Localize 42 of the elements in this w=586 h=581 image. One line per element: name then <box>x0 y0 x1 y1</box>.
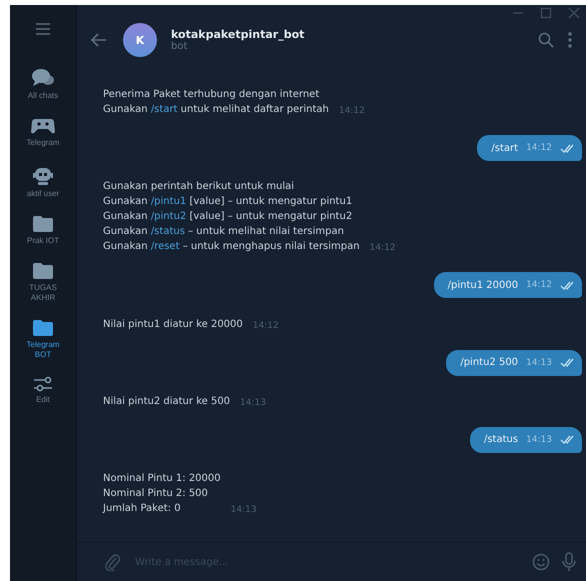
sliders-icon <box>32 376 54 392</box>
chat-name: kotakpaketpintar_bot <box>171 28 304 41</box>
search-icon[interactable] <box>538 32 554 48</box>
chat-bubbles-icon <box>31 68 55 88</box>
message-time: 14:13 <box>526 434 552 445</box>
folder-tab[interactable]: All chats <box>12 64 74 109</box>
more-icon[interactable] <box>568 32 572 48</box>
message-time: 14:12 <box>370 243 396 254</box>
message-time: 14:12 <box>338 106 365 117</box>
close-icon[interactable] <box>568 7 580 19</box>
message-text: /pintu1 20000 <box>448 280 518 291</box>
folder-tab[interactable]: Telegram <box>12 113 74 156</box>
folder-icon <box>32 215 54 233</box>
maximize-icon[interactable] <box>540 7 552 19</box>
gamepad-icon <box>31 117 55 135</box>
avatar: K <box>123 23 157 57</box>
message-text: Penerima Paket terhubung dengan internet Gunakan /start untuk melihat daftar perintah <box>103 88 329 117</box>
message-time: 14:13 <box>526 358 552 368</box>
paperclip-icon[interactable] <box>105 553 121 571</box>
message-text: /pintu2 500 <box>460 357 518 368</box>
folder-tab[interactable]: aktif user <box>12 160 74 207</box>
message-time: 14:12 <box>526 280 552 290</box>
message-text: Nilai pintu2 diatur ke 500 <box>103 394 230 409</box>
chat-status: bot <box>171 41 188 52</box>
message-text: Gunakan perintah berikut untuk mulai Gunakan /pintu1 [value] – untuk mengatur pintu1 Gunakan /pintu2 [value] – untuk mengatur pintu2 Gunakan /status – untuk melihat nilai tersimpan Gunakan /reset – untuk menghapus nilai tersimpan <box>103 180 360 254</box>
message-time: 14:12 <box>252 320 279 332</box>
folder-tab[interactable]: Prak IOT <box>12 211 74 254</box>
message-time: 14:13 <box>230 505 257 516</box>
folder-tab[interactable]: TUGAS AKHIR <box>12 258 74 311</box>
message-time: 14:12 <box>526 143 552 154</box>
folder-tab[interactable]: Telegram BOT <box>12 315 74 368</box>
message-text: /status <box>484 434 518 446</box>
emoji-icon[interactable] <box>532 553 550 571</box>
back-arrow-icon[interactable] <box>91 33 107 47</box>
folder-icon <box>32 319 54 337</box>
message-text: Nominal Pintu 1: 20000 Nominal Pintu 2: 500 Jumlah Paket: 0 <box>103 472 221 516</box>
message-text: /start <box>491 142 518 154</box>
folder-icon <box>32 262 54 280</box>
microphone-icon[interactable] <box>562 552 576 572</box>
folder-tab[interactable]: Edit <box>12 372 74 413</box>
message-text: Nilai pintu1 diatur ke 20000 <box>103 318 243 332</box>
message-time: 14:13 <box>240 398 266 409</box>
